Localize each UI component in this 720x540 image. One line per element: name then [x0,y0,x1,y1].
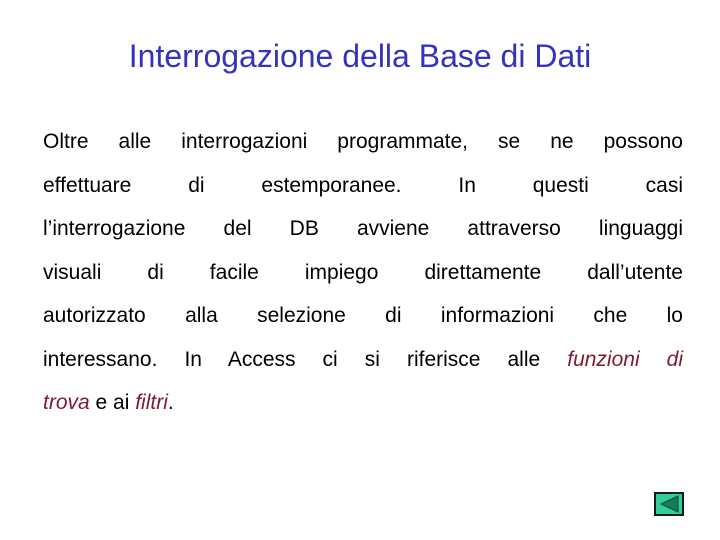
body-line: interessano. In Access ci si riferisce a… [43,338,683,382]
slide-body: Oltre alle interrogazioni programmate, s… [43,120,683,425]
body-line: Oltre alle interrogazioni programmate, s… [43,130,683,153]
body-text-segment: e ai [89,391,136,414]
body-text-segment: . [167,391,174,414]
body-line: visuali di facile impiego direttamente d… [43,260,683,284]
body-line: l’interrogazione del DB avviene attraver… [43,217,683,240]
body-text-segment: interessano. In Access ci si riferisce a… [43,347,568,371]
body-line: trova e ai filtri. [43,381,683,425]
body-line: autorizzato alla selezione di informazio… [43,304,683,327]
slide-title: Interrogazione della Base di Dati [128,38,592,74]
emphasis-funzioni-di: funzioni di [567,347,683,371]
emphasis-trova: trova [43,391,90,414]
emphasis-filtri: filtri [135,391,168,414]
body-line: effettuare di estemporanee. In questi ca… [43,173,683,197]
back-button[interactable] [654,492,684,516]
triangle-left-icon [659,495,679,513]
